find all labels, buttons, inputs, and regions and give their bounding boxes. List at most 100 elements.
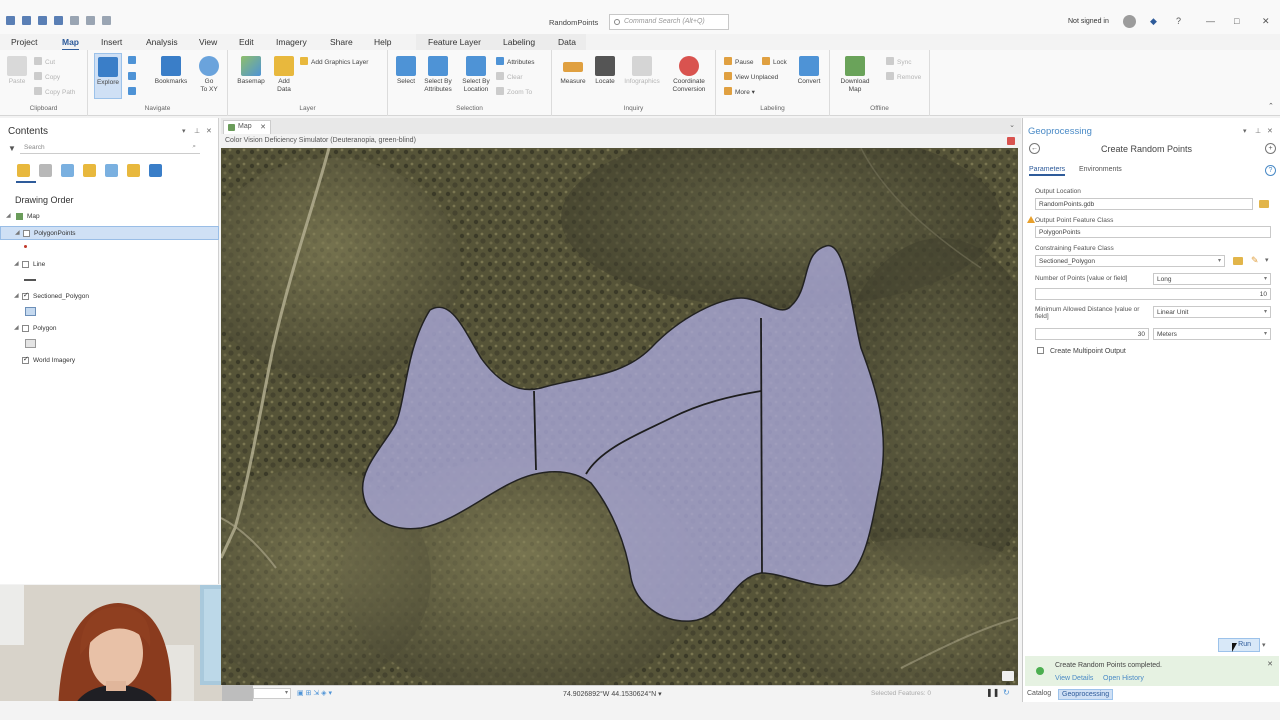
layer-visibility-checkbox[interactable] <box>23 230 30 237</box>
tab-analysis[interactable]: Analysis <box>146 37 178 47</box>
list-by-labeling-icon[interactable] <box>127 164 140 177</box>
layer-polygon[interactable]: ◢ Polygon <box>0 322 219 336</box>
tab-map[interactable]: Map <box>62 37 79 51</box>
layer-visibility-checkbox[interactable] <box>22 355 29 364</box>
convert-button[interactable]: Convert <box>794 56 824 86</box>
layer-polygonpoints[interactable]: ◢ PolygonPoints <box>0 226 219 240</box>
undo-icon[interactable] <box>70 16 79 25</box>
zoom-to-button[interactable]: Zoom To <box>496 87 532 96</box>
layer-world-imagery[interactable]: World Imagery <box>0 354 219 368</box>
expand-icon[interactable]: ◢ <box>14 260 19 267</box>
new-project-icon[interactable] <box>22 16 31 25</box>
pause-labels-button[interactable]: Pause <box>724 57 753 66</box>
edit-pencil-icon[interactable]: ✎ <box>1251 255 1259 266</box>
tab-share[interactable]: Share <box>330 37 353 47</box>
output-location-field[interactable]: RandomPoints.gdb <box>1035 198 1253 210</box>
view-options-icon[interactable]: ⌄ <box>1009 121 1015 129</box>
list-by-selection-icon[interactable] <box>61 164 74 177</box>
run-options-icon[interactable]: ▾ <box>1262 641 1266 649</box>
lock-labels-button[interactable]: Lock <box>762 57 787 66</box>
list-by-perspective-icon[interactable] <box>149 164 162 177</box>
expand-icon[interactable]: ◢ <box>6 212 11 219</box>
tab-labeling[interactable]: Labeling <box>503 37 535 47</box>
collapse-ribbon-icon[interactable]: ⌃ <box>1268 102 1274 110</box>
select-by-location-button[interactable]: Select By Location <box>458 56 494 94</box>
close-simulator-icon[interactable] <box>1007 137 1015 145</box>
pane-options-icon[interactable]: ▾ <box>1243 127 1247 135</box>
notification-icon[interactable]: ◆ <box>1150 16 1157 27</box>
pane-close-icon[interactable]: ✕ <box>1267 127 1273 135</box>
sync-button[interactable]: Sync <box>886 57 911 66</box>
pane-options-icon[interactable]: ▾ <box>182 127 186 135</box>
tab-data[interactable]: Data <box>558 37 576 47</box>
minimum-distance-type-select[interactable]: Linear Unit <box>1153 306 1271 318</box>
scale-selector[interactable]: ▾ <box>253 688 291 699</box>
dismiss-icon[interactable]: ✕ <box>1267 660 1273 668</box>
customize-icon[interactable] <box>102 16 111 25</box>
help-icon[interactable]: ? <box>1265 165 1276 176</box>
tab-help[interactable]: Help <box>374 37 391 47</box>
copy-button[interactable]: Copy <box>34 72 60 81</box>
back-icon[interactable]: ← <box>1029 143 1040 154</box>
command-search-input[interactable]: Command Search (Alt+Q) <box>609 14 729 30</box>
expand-icon[interactable]: ◢ <box>15 229 20 236</box>
bookmarks-button[interactable]: Bookmarks <box>154 56 188 86</box>
list-by-source-icon[interactable] <box>39 164 52 177</box>
create-multipoint-checkbox[interactable]: Create Multipoint Output <box>1037 347 1126 355</box>
layer-visibility-checkbox[interactable] <box>22 261 29 268</box>
layer-visibility-checkbox[interactable] <box>22 325 29 332</box>
go-to-xy-button[interactable]: Go To XY <box>196 56 222 94</box>
explore-button[interactable]: Explore <box>94 53 122 99</box>
paste-button[interactable]: Paste <box>6 56 28 86</box>
tab-map-view[interactable]: Map ✕ <box>223 120 271 134</box>
pin-icon[interactable]: ⊥ <box>194 127 200 135</box>
map-overview-icon[interactable] <box>1002 671 1014 681</box>
add-data-button[interactable]: Add Data <box>272 56 296 94</box>
layer-map[interactable]: ◢ Map <box>0 210 219 224</box>
view-unplaced-button[interactable]: View Unplaced <box>724 72 778 81</box>
map-canvas[interactable] <box>221 148 1018 685</box>
coordinate-conversion-button[interactable]: Coordinate Conversion <box>666 56 712 94</box>
expand-icon[interactable]: ◢ <box>14 292 19 299</box>
close-icon[interactable]: ✕ <box>1262 16 1270 27</box>
output-feature-class-field[interactable]: PolygonPoints <box>1035 226 1271 238</box>
remove-button[interactable]: Remove <box>886 72 921 81</box>
add-icon[interactable]: + <box>1265 143 1276 154</box>
previous-extent-icon[interactable] <box>128 87 139 96</box>
measure-button[interactable]: Measure <box>558 56 588 86</box>
locate-button[interactable]: Locate <box>590 56 620 86</box>
select-button[interactable]: Select <box>394 56 418 86</box>
expand-icon[interactable]: ◢ <box>14 324 19 331</box>
full-extent-icon[interactable] <box>128 56 139 65</box>
tab-imagery[interactable]: Imagery <box>276 37 307 47</box>
more-button[interactable]: More ▾ <box>724 87 755 96</box>
constraining-feature-class-select[interactable]: Sectioned_Polygon <box>1035 255 1225 267</box>
pin-icon[interactable]: ⊥ <box>1255 127 1261 135</box>
select-by-attributes-button[interactable]: Select By Attributes <box>420 56 456 94</box>
browse-folder-icon[interactable] <box>1233 257 1243 265</box>
list-by-editing-icon[interactable] <box>83 164 96 177</box>
attributes-button[interactable]: Attributes <box>496 57 534 66</box>
tab-edit[interactable]: Edit <box>239 37 254 47</box>
tab-geoprocessing[interactable]: Geoprocessing <box>1058 689 1114 700</box>
list-by-snapping-icon[interactable] <box>105 164 118 177</box>
tab-environments[interactable]: Environments <box>1079 166 1122 173</box>
tab-insert[interactable]: Insert <box>101 37 122 47</box>
tab-view[interactable]: View <box>199 37 217 47</box>
tab-feature-layer[interactable]: Feature Layer <box>428 37 481 47</box>
minimum-distance-value-field[interactable]: 30 <box>1035 328 1149 340</box>
tab-parameters[interactable]: Parameters <box>1029 166 1066 176</box>
close-tab-icon[interactable]: ✕ <box>260 123 266 131</box>
maximize-icon[interactable]: □ <box>1234 16 1239 26</box>
fixed-zoom-icon[interactable] <box>128 72 139 81</box>
save-icon[interactable] <box>54 16 63 25</box>
run-button[interactable]: Run <box>1218 638 1260 652</box>
avatar[interactable] <box>1123 15 1136 28</box>
layer-visibility-checkbox[interactable] <box>22 291 29 300</box>
pause-drawing-icon[interactable]: ❚❚ <box>986 688 999 697</box>
map-nav-icons[interactable]: ▣ ⊞ ⇲ ◈ ▾ <box>297 689 332 697</box>
view-details-link[interactable]: View Details <box>1055 675 1093 682</box>
list-by-drawing-order-icon[interactable] <box>17 164 30 177</box>
sign-in-status[interactable]: Not signed in <box>1068 18 1109 25</box>
basemap-button[interactable]: Basemap <box>234 56 268 86</box>
